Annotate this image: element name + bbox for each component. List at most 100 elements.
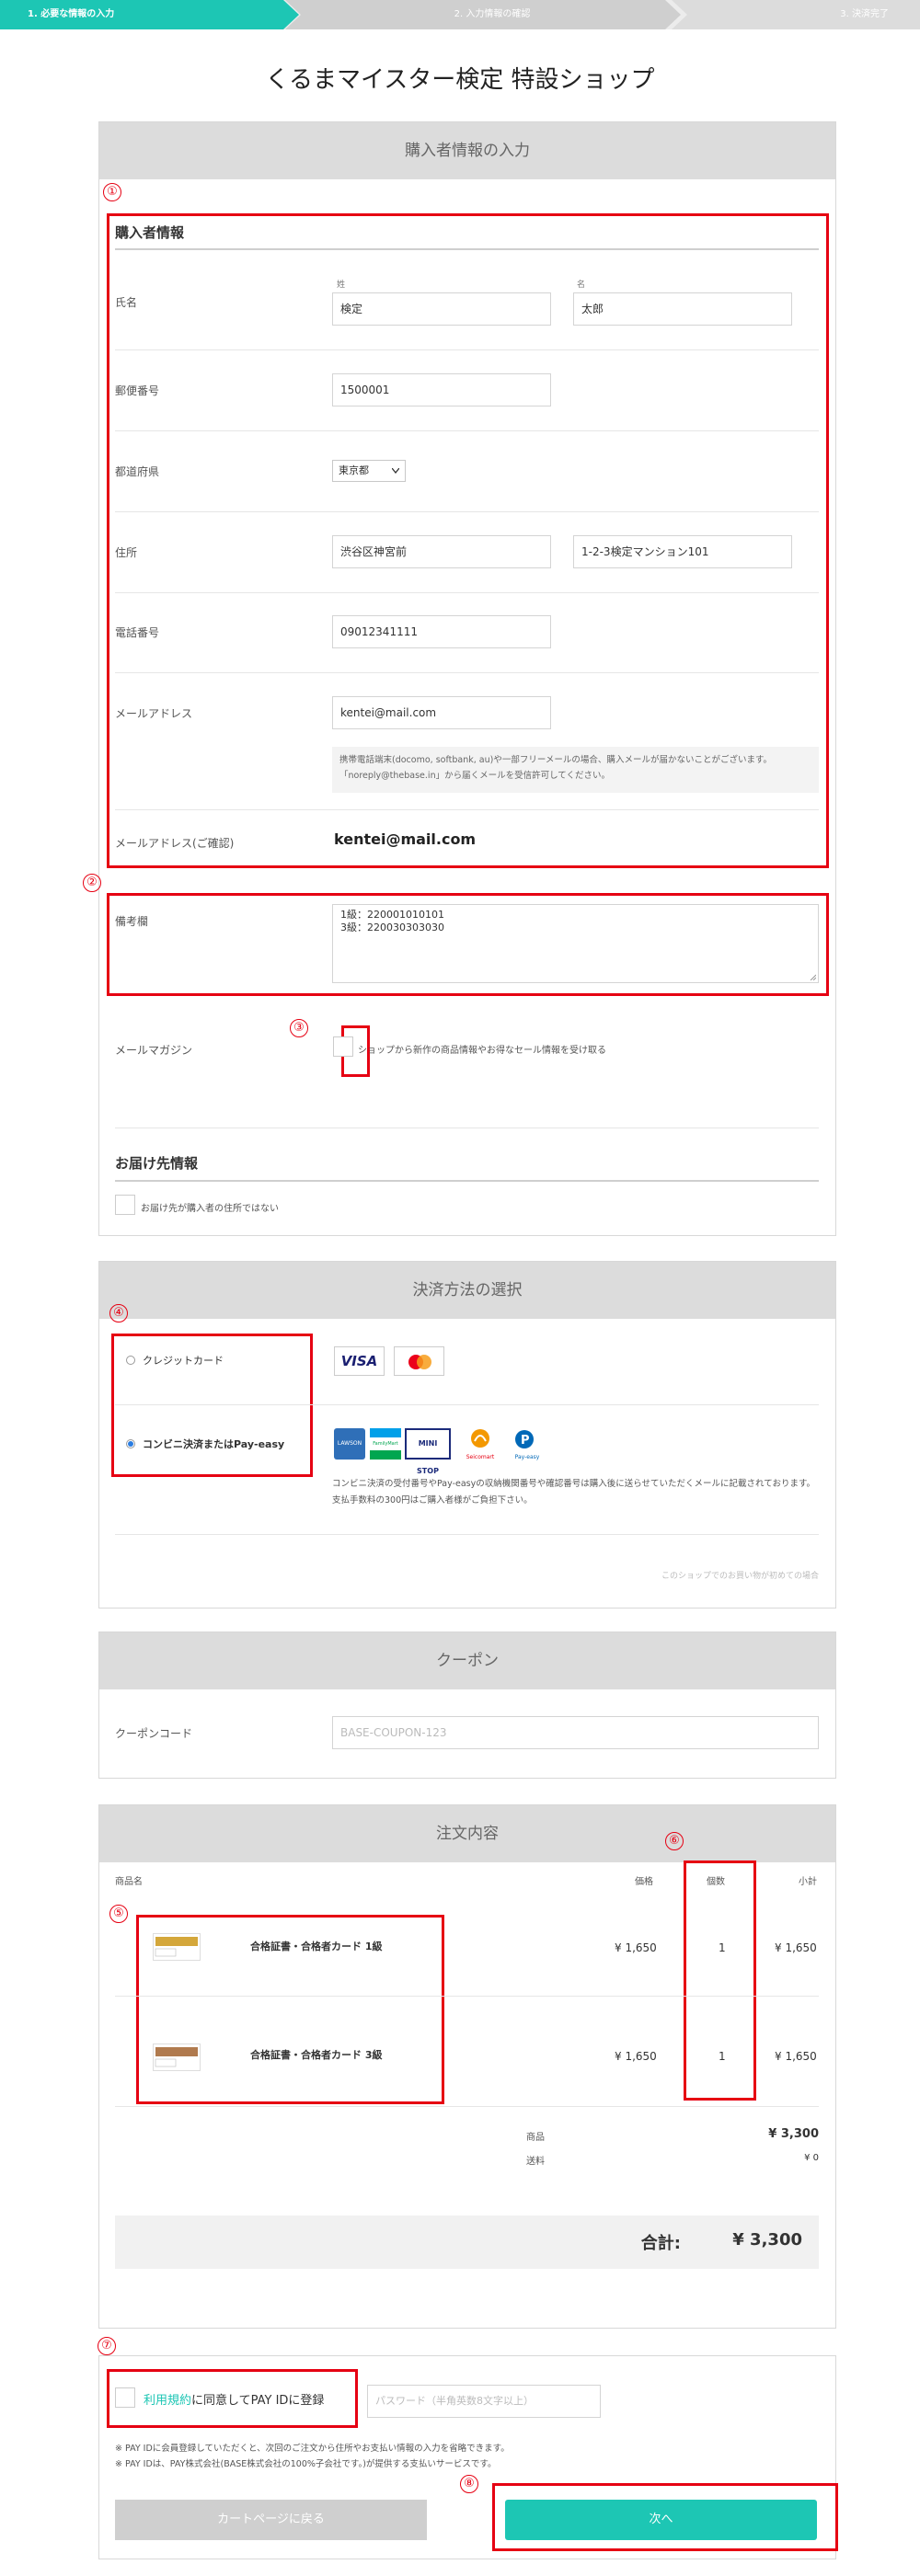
- marker-7: ⑦: [98, 2337, 116, 2355]
- mail-note: 携帯電話端末(docomo, softbank, au)や一部フリーメールの場合…: [332, 747, 819, 793]
- zip-label: 郵便番号: [115, 384, 160, 397]
- goods-value: ¥ 3,300: [768, 2127, 819, 2141]
- shop-title: くるまマイスター検定 特設ショップ: [265, 66, 655, 94]
- section-underline: [115, 1180, 819, 1182]
- marker-5: ⑤: [109, 1905, 128, 1923]
- delivery-checkbox[interactable]: [115, 1195, 135, 1215]
- col-price-header: 価格: [635, 1877, 653, 1887]
- total-value: ¥ 3,300: [732, 2230, 802, 2250]
- marker-6: ⑥: [665, 1832, 684, 1850]
- conv-note: コンビニ決済の受付番号やPay-easyの収納機関番号や確認番号は購入後に送らせ…: [332, 1479, 816, 1506]
- remarks-textarea[interactable]: 1級：220001010101 3級：220030303030: [332, 904, 819, 983]
- row-divider: [115, 511, 819, 512]
- marker-2: ②: [83, 874, 101, 892]
- coupon-panel-header: クーポン: [99, 1632, 835, 1689]
- marker-4: ④: [109, 1304, 128, 1322]
- mei-input[interactable]: 太郎: [573, 292, 792, 326]
- marker-3: ③: [290, 1019, 308, 1037]
- mei-sub-label: 名: [577, 280, 586, 290]
- terms-text: に同意してPAY IDに登録: [191, 2394, 325, 2408]
- pref-select-value: 東京都: [339, 464, 369, 476]
- mail-confirm-value: kentei@mail.com: [334, 830, 477, 848]
- mastercard-logo: [394, 1346, 444, 1376]
- payeasy-logo: P Pay-easy: [508, 1428, 546, 1460]
- seicomart-label: Seicomart: [466, 1454, 495, 1460]
- shipping-value: ¥ 0: [804, 2153, 819, 2163]
- terms-link[interactable]: 利用規約: [144, 2394, 191, 2408]
- pref-select[interactable]: 東京都: [332, 460, 406, 482]
- section-underline: [115, 248, 819, 250]
- tel-input[interactable]: 09012341111: [332, 615, 551, 648]
- visa-logo: VISA: [334, 1346, 385, 1376]
- progress-steps: 1. 必要な情報の入力 2. 入力情報の確認 3. 決済完了: [0, 0, 920, 29]
- marker-8: ⑧: [460, 2475, 478, 2493]
- item-thumbnail: [153, 2044, 201, 2071]
- remarks-label: 備考欄: [115, 915, 149, 928]
- col-name-header: 商品名: [115, 1877, 143, 1887]
- step-input-label: 1. 必要な情報の入力: [28, 9, 115, 19]
- magazine-checkbox[interactable]: [333, 1036, 353, 1057]
- step-confirm-label: 2. 入力情報の確認: [454, 9, 531, 19]
- first-time-link[interactable]: このショップでのお買い物が初めての場合: [552, 1569, 819, 1581]
- step-complete-label: 3. 決済完了: [840, 9, 889, 19]
- item-qty: 1: [719, 1941, 726, 1954]
- row-divider: [115, 1404, 819, 1405]
- row-divider: [115, 672, 819, 673]
- chevron-down-icon: [392, 468, 399, 474]
- familymart-logo: FamilyMart: [370, 1428, 401, 1460]
- order-panel-header: 注文内容: [99, 1805, 835, 1862]
- credit-radio[interactable]: [126, 1356, 135, 1365]
- row-divider: [115, 1534, 819, 1535]
- next-button[interactable]: 次へ: [505, 2500, 817, 2540]
- resize-handle-icon[interactable]: [809, 973, 816, 980]
- item-subtotal: ¥ 1,650: [775, 1941, 817, 1954]
- item-name: 合格証書・合格者カード 1級: [250, 1941, 383, 1952]
- buyer-panel-header: 購入者情報の入力: [99, 122, 835, 179]
- seicomart-logo: Seicomart: [462, 1428, 499, 1460]
- mastercard-icon: [408, 1355, 431, 1369]
- row-divider: [115, 349, 819, 350]
- highlight-quantity: [684, 1860, 756, 2101]
- coupon-input[interactable]: BASE-COUPON-123: [332, 1716, 819, 1749]
- buyer-section-title: 購入者情報: [115, 224, 185, 241]
- payid-note-2: ※ PAY IDは、PAY株式会社(BASE株式会社の100%子会社です。)が提…: [115, 2459, 497, 2469]
- step-complete: 3. 決済完了: [672, 0, 920, 29]
- remarks-line-2: 3級：220030303030: [340, 922, 444, 933]
- item-thumbnail: [153, 1933, 201, 1961]
- mail-confirm-label: メールアドレス(ご確認): [115, 837, 235, 850]
- sei-input[interactable]: 検定: [332, 292, 551, 326]
- password-input[interactable]: パスワード（半角英数8文字以上）: [367, 2385, 601, 2418]
- item-subtotal: ¥ 1,650: [775, 2050, 817, 2063]
- sei-sub-label: 姓: [337, 280, 346, 290]
- mail-input[interactable]: kentei@mail.com: [332, 696, 551, 729]
- magazine-label: メールマガジン: [115, 1044, 193, 1057]
- row-divider: [115, 2106, 819, 2107]
- item-name: 合格証書・合格者カード 3級: [250, 2049, 383, 2061]
- pref-label: 都道府県: [115, 465, 160, 478]
- payment-panel-header: 決済方法の選択: [99, 1262, 835, 1319]
- address-label: 住所: [115, 546, 138, 559]
- zip-input[interactable]: 1500001: [332, 373, 551, 406]
- back-to-cart-button[interactable]: カートページに戻る: [115, 2500, 427, 2540]
- payeasy-label: Pay-easy: [514, 1454, 540, 1460]
- item-price: ¥ 1,650: [615, 1941, 657, 1954]
- conv-radio[interactable]: [126, 1439, 135, 1448]
- mail-label: メールアドレス: [115, 707, 193, 720]
- certificate-card-icon: [155, 1937, 198, 1957]
- svg-text:P: P: [521, 1434, 530, 1448]
- step-confirm: 2. 入力情報の確認: [285, 0, 681, 29]
- payid-checkbox[interactable]: [115, 2387, 135, 2408]
- lawson-logo: LAWSON: [334, 1428, 365, 1460]
- address1-input[interactable]: 渋谷区神宮前: [332, 535, 551, 568]
- credit-label: クレジットカード: [143, 1355, 224, 1367]
- name-label: 氏名: [115, 296, 138, 309]
- payid-terms: 利用規約に同意してPAY IDに登録: [144, 2390, 324, 2408]
- total-label: 合計:: [640, 2234, 681, 2253]
- conv-label: コンビニ決済またはPay-easy: [143, 1438, 285, 1450]
- coupon-label: クーポンコード: [115, 1727, 193, 1740]
- address2-input[interactable]: 1-2-3検定マンション101: [573, 535, 792, 568]
- coupon-panel: クーポン: [98, 1631, 836, 1779]
- magazine-text: ショップから新作の商品情報やお得なセール情報を受け取る: [358, 1046, 606, 1056]
- item-price: ¥ 1,650: [615, 2050, 657, 2063]
- shipping-label: 送料: [526, 2157, 545, 2167]
